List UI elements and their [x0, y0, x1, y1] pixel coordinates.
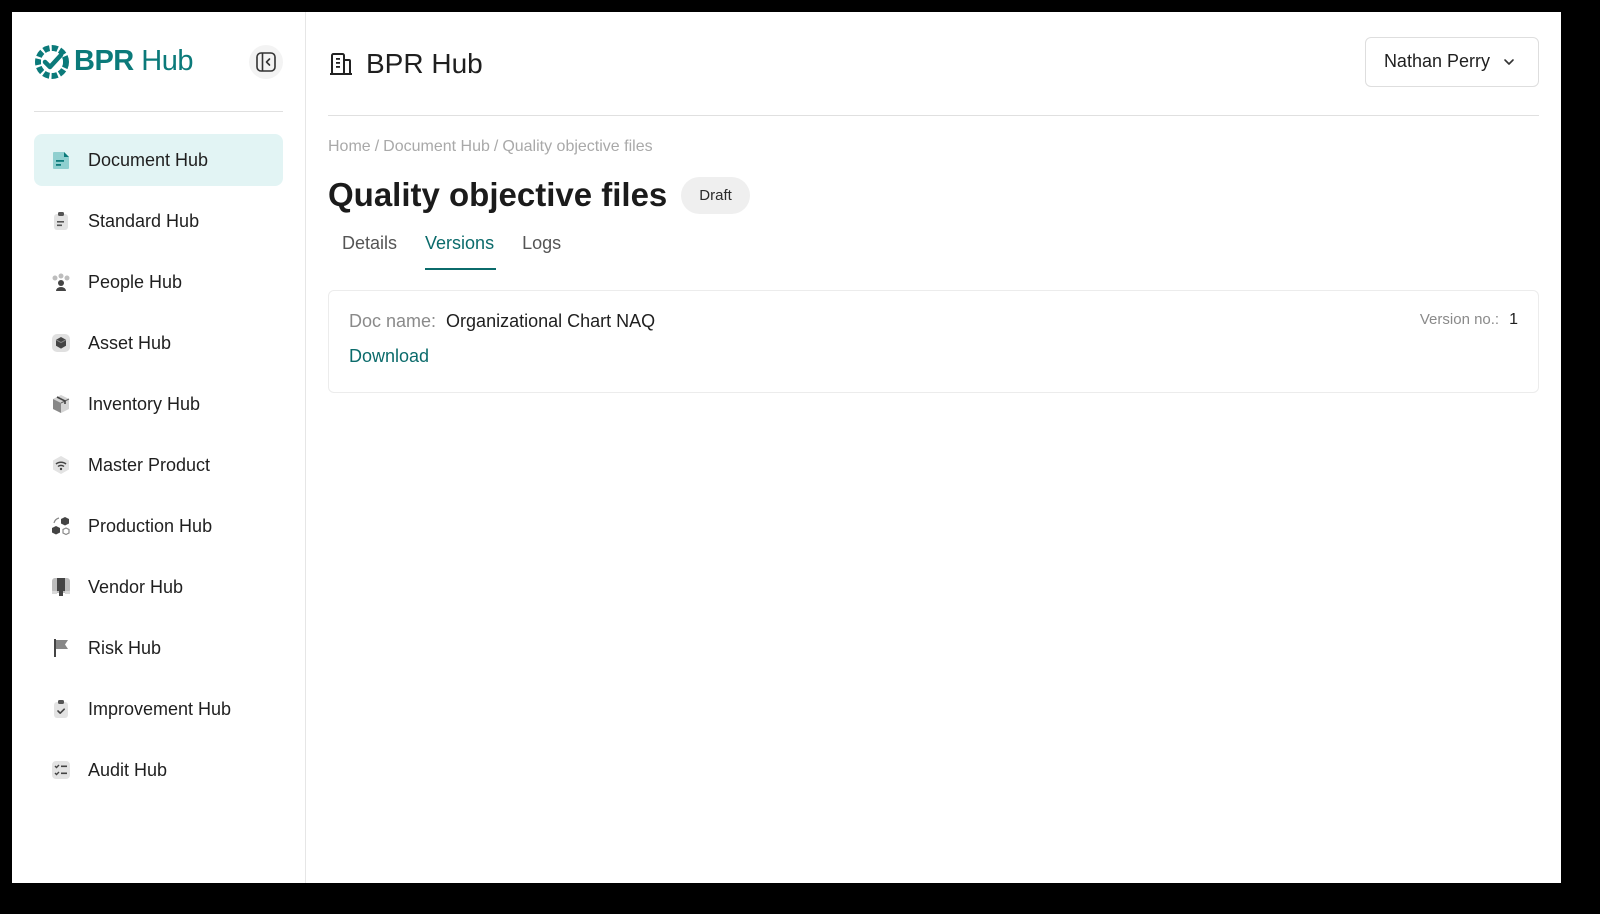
sidebar-item-improvement-hub[interactable]: Improvement Hub: [34, 683, 283, 735]
sidebar-item-label: Improvement Hub: [88, 698, 232, 719]
document-icon: [50, 149, 72, 171]
collapse-sidebar-button[interactable]: [249, 44, 283, 79]
signal-icon: [50, 454, 72, 476]
breadcrumb-current: Quality objective files: [502, 138, 653, 155]
production-icon: [50, 515, 72, 537]
download-link[interactable]: Download: [349, 346, 429, 367]
page-title: Quality objective files: [328, 176, 668, 213]
asset-icon: [50, 332, 72, 354]
sidebar-header: BPR Hub: [34, 12, 283, 112]
sidebar-collapse-icon: [256, 51, 276, 72]
sidebar-item-production-hub[interactable]: Production Hub: [34, 500, 283, 552]
flag-icon: [50, 637, 72, 659]
sidebar-item-risk-hub[interactable]: Risk Hub: [34, 622, 283, 674]
doc-name-row: Doc name: Organizational Chart NAQ: [349, 311, 1518, 332]
main-content: BPR Hub Nathan Perry Home / Document Hub…: [306, 12, 1561, 883]
title-row: Quality objective files Draft: [328, 176, 1539, 214]
status-badge: Draft: [681, 176, 750, 214]
topbar: BPR Hub Nathan Perry: [328, 12, 1539, 116]
sidebar-nav: Document Hub Standard Hub People Hub Ass…: [34, 112, 283, 796]
sidebar-item-audit-hub[interactable]: Audit Hub: [34, 744, 283, 796]
breadcrumb: Home / Document Hub / Quality objective …: [328, 138, 1539, 156]
people-icon: [50, 271, 72, 293]
doc-name-label: Doc name:: [349, 311, 437, 331]
user-name: Nathan Perry: [1383, 51, 1490, 71]
sidebar-item-label: Master Product: [88, 454, 211, 475]
box-icon: [50, 393, 72, 415]
sidebar-item-label: Audit Hub: [88, 759, 168, 780]
clipboard-check-icon: [50, 698, 72, 720]
sidebar-item-inventory-hub[interactable]: Inventory Hub: [34, 378, 283, 430]
breadcrumb-home[interactable]: Home: [328, 138, 371, 156]
sidebar-item-label: Vendor Hub: [88, 576, 184, 597]
tab-details[interactable]: Details: [328, 228, 411, 270]
sidebar: BPR Hub Document Hub Standard Hub People…: [12, 12, 306, 883]
breadcrumb-document-hub[interactable]: Document Hub: [383, 138, 490, 156]
app-header-title: BPR Hub: [328, 48, 483, 80]
sidebar-item-label: Inventory Hub: [88, 393, 201, 414]
version-number-value: 1: [1509, 311, 1518, 328]
app-window: BPR Hub Document Hub Standard Hub People…: [12, 12, 1561, 883]
breadcrumb-separator: /: [493, 138, 499, 155]
building-icon: [330, 52, 352, 75]
user-menu-dropdown[interactable]: Nathan Perry: [1364, 36, 1539, 87]
sidebar-item-label: Risk Hub: [88, 637, 162, 658]
sidebar-item-asset-hub[interactable]: Asset Hub: [34, 317, 283, 369]
breadcrumb-separator: /: [374, 138, 380, 155]
doc-name-value: Organizational Chart NAQ: [446, 311, 656, 331]
sidebar-item-label: Production Hub: [88, 515, 213, 536]
vendor-icon: [50, 576, 72, 598]
sidebar-item-standard-hub[interactable]: Standard Hub: [34, 195, 283, 247]
version-number-label: Version no.:: [1419, 311, 1500, 328]
chevron-down-icon: [1504, 58, 1514, 65]
brand-name: BPR Hub: [74, 45, 194, 77]
sidebar-item-master-product[interactable]: Master Product: [34, 439, 283, 491]
logo-icon: [35, 44, 69, 79]
tab-versions[interactable]: Versions: [411, 228, 508, 270]
sidebar-item-label: People Hub: [88, 271, 183, 292]
sidebar-item-label: Standard Hub: [88, 210, 200, 231]
sidebar-item-label: Document Hub: [88, 149, 209, 170]
checklist-icon: [50, 759, 72, 781]
tab-logs[interactable]: Logs: [508, 228, 575, 270]
tab-bar: Details Versions Logs: [328, 228, 1539, 270]
clipboard-icon: [50, 210, 72, 232]
header-title-text: BPR Hub: [366, 47, 483, 79]
version-card: Doc name: Organizational Chart NAQ Downl…: [328, 290, 1539, 393]
sidebar-item-label: Asset Hub: [88, 332, 172, 353]
sidebar-item-people-hub[interactable]: People Hub: [34, 256, 283, 308]
brand-logo[interactable]: BPR Hub: [34, 44, 194, 80]
sidebar-item-vendor-hub[interactable]: Vendor Hub: [34, 561, 283, 613]
sidebar-item-document-hub[interactable]: Document Hub: [34, 134, 283, 186]
version-number: Version no.: 1: [1420, 311, 1518, 329]
